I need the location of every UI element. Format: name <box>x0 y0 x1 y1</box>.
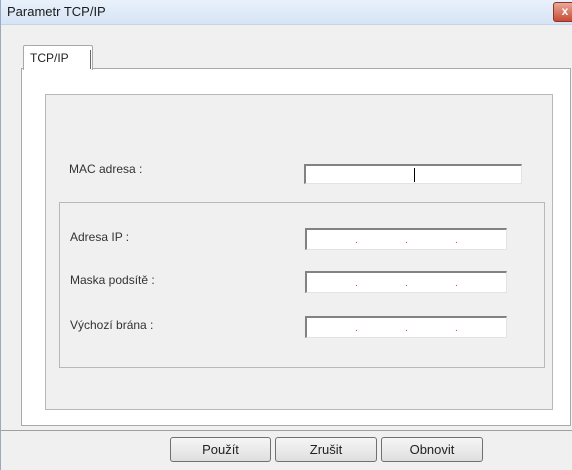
octet-separator: . <box>355 235 358 246</box>
octet-separator: . <box>455 235 458 246</box>
mac-address-input[interactable] <box>304 164 522 184</box>
tab-tcp-ip[interactable]: TCP/IP <box>23 45 93 70</box>
octet-separator: . <box>355 278 358 289</box>
apply-button[interactable]: Použít <box>170 437 271 462</box>
dialog-window: Parametr TCP/IP x TCP/IP MAC adresa : Ad… <box>0 0 572 470</box>
octet-separator: . <box>455 278 458 289</box>
default-gateway-label: Výchozí brána : <box>70 318 154 332</box>
window-title: Parametr TCP/IP <box>7 4 106 19</box>
octet-separator: . <box>405 235 408 246</box>
octet-separator: . <box>405 278 408 289</box>
title-bar[interactable]: Parametr TCP/IP x <box>1 0 572 25</box>
button-bar-divider <box>1 430 572 431</box>
cancel-button[interactable]: Zrušit <box>275 437 377 462</box>
tab-label: TCP/IP <box>30 51 69 65</box>
default-gateway-input[interactable]: . . . <box>305 316 507 338</box>
octet-separator: . <box>355 323 358 334</box>
subnet-mask-label: Maska podsítě : <box>70 273 155 287</box>
settings-frame: MAC adresa : Adresa IP : . . . Maska pod… <box>45 94 553 410</box>
restore-button[interactable]: Obnovit <box>381 437 483 462</box>
close-button[interactable]: x <box>553 2 572 22</box>
octet-separator: . <box>405 323 408 334</box>
close-icon: x <box>561 4 569 18</box>
octet-separator: . <box>455 323 458 334</box>
ip-address-label: Adresa IP : <box>70 230 130 244</box>
subnet-mask-input[interactable]: . . . <box>305 271 507 293</box>
text-cursor <box>414 168 415 182</box>
ip-settings-group: Adresa IP : . . . Maska podsítě : . . . … <box>59 202 545 368</box>
ip-address-input[interactable]: . . . <box>305 228 507 250</box>
tab-panel: MAC adresa : Adresa IP : . . . Maska pod… <box>21 68 571 426</box>
mac-address-label: MAC adresa : <box>69 162 143 176</box>
tab-divider <box>90 50 91 69</box>
